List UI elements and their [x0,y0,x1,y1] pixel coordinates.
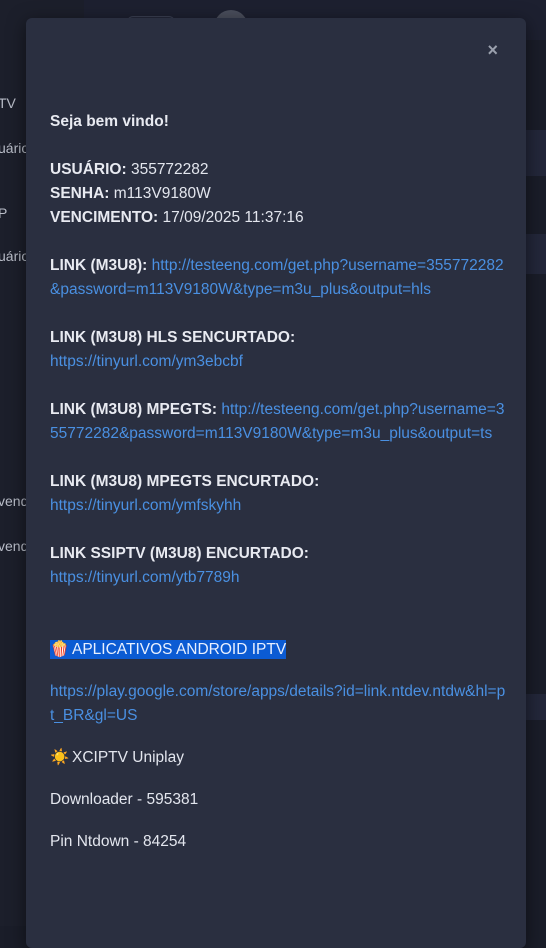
password-row: SENHA: m113V9180W [50,182,506,206]
mpegts-short-label: LINK (M3U8) MPEGTS ENCURTADO: [50,473,320,490]
password-label: SENHA: [50,185,110,202]
mpegts-short-label-row: LINK (M3U8) MPEGTS ENCURTADO: [50,470,506,494]
expiry-label: VENCIMENTO: [50,209,159,226]
downloader-text: Downloader - 595381 [50,791,199,808]
sidebar-item-revenda[interactable]: vend [0,493,28,509]
m3u8-link-label: LINK (M3U8): [50,257,148,274]
welcome-modal: × Seja bem vindo! USUÁRIO: 355772282 SEN… [26,18,526,948]
hls-short-label-row: LINK (M3U8) HLS SENCURTADO: [50,326,506,350]
sidebar-item-revenda-2[interactable]: vend [0,538,28,554]
apps-heading-row: 🍿 APLICATIVOS ANDROID IPTV [50,638,506,662]
sidebar-item-tv[interactable]: TV [0,95,16,111]
user-row: USUÁRIO: 355772282 [50,158,506,182]
close-button[interactable]: × [487,40,498,60]
pin-text: Pin Ntdown - 84254 [50,833,187,850]
ssiptv-label: LINK SSIPTV (M3U8) ENCURTADO: [50,545,309,562]
sidebar-item-usuario-2[interactable]: uário [0,248,29,264]
modal-content: Seja bem vindo! USUÁRIO: 355772282 SENHA… [50,110,506,854]
m3u8-link-row: LINK (M3U8): http://testeeng.com/get.php… [50,254,506,302]
background-row [526,234,546,274]
mpegts-link-label: LINK (M3U8) MPEGTS: [50,401,218,418]
expiry-row: VENCIMENTO: 17/09/2025 11:37:16 [50,206,506,230]
xciptv-row: ☀️ XCIPTV Uniplay [50,746,506,770]
popcorn-icon: 🍿 [50,641,70,658]
user-label: USUÁRIO: [50,161,127,178]
hls-short-link[interactable]: https://tinyurl.com/ym3ebcbf [50,350,506,374]
play-store-link[interactable]: https://play.google.com/store/apps/detai… [50,680,506,728]
mpegts-link-row: LINK (M3U8) MPEGTS: http://testeeng.com/… [50,398,506,446]
expiry-value: 17/09/2025 11:37:16 [162,209,304,226]
welcome-text: Seja bem vindo! [50,113,169,130]
mpegts-short-link[interactable]: https://tinyurl.com/ymfskyhh [50,494,506,518]
ssiptv-label-row: LINK SSIPTV (M3U8) ENCURTADO: [50,542,506,566]
xciptv-text: XCIPTV Uniplay [72,749,184,766]
apps-heading: APLICATIVOS ANDROID IPTV [72,641,287,658]
sidebar-item-usuario[interactable]: uário [0,140,29,156]
hls-short-label: LINK (M3U8) HLS SENCURTADO: [50,329,296,346]
user-value: 355772282 [130,161,209,178]
background-row [526,130,546,176]
ssiptv-link[interactable]: https://tinyurl.com/ytb7789h [50,566,506,590]
background-row [526,694,546,720]
sidebar-item-p[interactable]: P [0,205,7,221]
sun-icon: ☀️ [50,749,70,766]
password-value: m113V9180W [113,185,211,202]
